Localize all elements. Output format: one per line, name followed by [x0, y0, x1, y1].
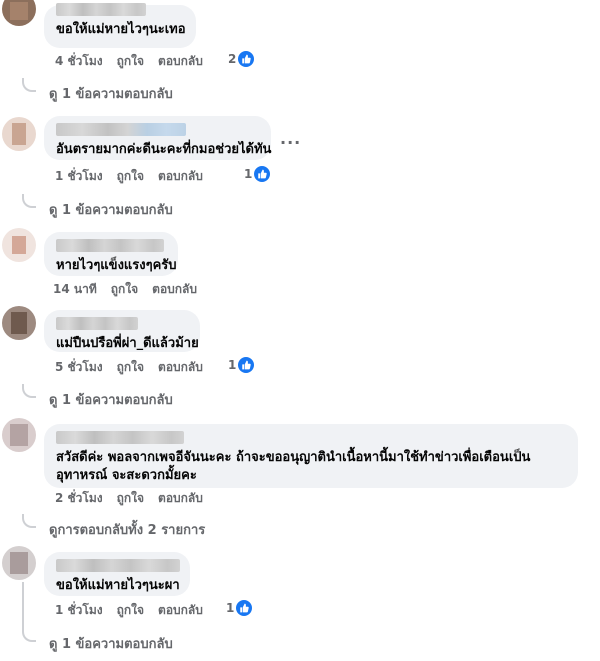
view-replies-link[interactable]: ดู 1 ข้อความตอบกลับ: [49, 633, 173, 654]
reply-button[interactable]: ตอบกลับ: [158, 52, 203, 71]
comment-text: ขอให้แม่หายไวๆนะผา: [56, 578, 180, 593]
avatar[interactable]: [2, 0, 36, 26]
like-button[interactable]: ถูกใจ: [117, 489, 144, 508]
like-thumbs-up-icon: [238, 51, 255, 67]
comment-bubble: แม่ปืนปรือพี่ผ่า_ดีแล้วม้าย: [44, 310, 200, 352]
comment-text: หายไวๆแข็งแรงๆครับ: [56, 258, 177, 273]
comment-time[interactable]: 1 ชั่วโมง: [55, 601, 103, 620]
reaction-summary[interactable]: 1: [226, 600, 253, 616]
reply-thread-curve: [22, 514, 36, 528]
like-thumbs-up-icon: [238, 357, 255, 373]
comment-bubble: ขอให้แม่หายไวๆนะผา: [44, 552, 190, 596]
comment-actions: 4 ชั่วโมง ถูกใจ ตอบกลับ: [55, 52, 217, 71]
comment-bubble: อันตรายมากค่ะดีนะคะที่กมอช่วยได้ทัน: [44, 116, 271, 160]
reply-thread-curve: [22, 194, 36, 208]
reaction-count: 1: [228, 358, 237, 372]
commenter-name-redacted[interactable]: [56, 559, 180, 572]
reaction-count: 2: [228, 52, 237, 66]
comment-bubble: ขอให้แม่หายไวๆนะเทอ: [44, 3, 196, 48]
avatar[interactable]: [2, 546, 36, 580]
reaction-summary[interactable]: 2: [228, 51, 255, 67]
comment-time[interactable]: 2 ชั่วโมง: [55, 489, 103, 508]
comment-bubble: สวัสดีค่ะ พอลจากเพจอีจันนะคะ ถ้าจะขออนุญ…: [44, 424, 578, 488]
comment-time[interactable]: 4 ชั่วโมง: [55, 52, 103, 71]
commenter-name-redacted[interactable]: [56, 239, 164, 252]
comment-actions: 5 ชั่วโมง ถูกใจ ตอบกลับ: [55, 358, 217, 377]
view-replies-link[interactable]: ดูการตอบกลับทั้ง 2 รายการ: [49, 519, 205, 540]
commenter-name-redacted[interactable]: [56, 317, 138, 330]
avatar[interactable]: [2, 228, 36, 262]
like-button[interactable]: ถูกใจ: [111, 280, 138, 299]
reaction-count: 1: [226, 601, 235, 615]
more-options-icon[interactable]: ···: [280, 133, 301, 152]
reaction-count: 1: [244, 167, 253, 181]
view-replies-link[interactable]: ดู 1 ข้อความตอบกลับ: [49, 199, 173, 220]
comment-time[interactable]: 14 นาที: [53, 280, 97, 299]
comment-actions: 2 ชั่วโมง ถูกใจ ตอบกลับ: [55, 489, 217, 508]
like-thumbs-up-icon: [236, 600, 253, 616]
comment-text: ขอให้แม่หายไวๆนะเทอ: [56, 22, 186, 37]
reply-thread-curve: [22, 384, 36, 398]
comment-text: อันตรายมากค่ะดีนะคะที่กมอช่วยได้ทัน: [56, 142, 272, 157]
reaction-summary[interactable]: 1: [244, 166, 271, 182]
comment-time[interactable]: 5 ชั่วโมง: [55, 358, 103, 377]
avatar[interactable]: [2, 418, 36, 452]
reply-button[interactable]: ตอบกลับ: [152, 280, 197, 299]
like-button[interactable]: ถูกใจ: [117, 52, 144, 71]
commenter-name-redacted[interactable]: [56, 431, 184, 444]
thread-line: [22, 582, 24, 632]
comment-actions: 1 ชั่วโมง ถูกใจ ตอบกลับ: [55, 167, 217, 186]
reply-button[interactable]: ตอบกลับ: [158, 358, 203, 377]
reply-thread-curve: [22, 78, 36, 92]
reaction-summary[interactable]: 1: [228, 357, 255, 373]
comment-actions: 14 นาที ถูกใจ ตอบกลับ: [53, 280, 211, 299]
avatar[interactable]: [2, 117, 36, 151]
reply-button[interactable]: ตอบกลับ: [158, 601, 203, 620]
like-button[interactable]: ถูกใจ: [117, 167, 144, 186]
view-replies-link[interactable]: ดู 1 ข้อความตอบกลับ: [49, 389, 173, 410]
comment-text: สวัสดีค่ะ พอลจากเพจอีจันนะคะ ถ้าจะขออนุญ…: [56, 450, 531, 483]
reply-button[interactable]: ตอบกลับ: [158, 167, 203, 186]
comment-actions: 1 ชั่วโมง ถูกใจ ตอบกลับ: [55, 601, 217, 620]
like-thumbs-up-icon: [254, 166, 271, 182]
comment-bubble: หายไวๆแข็งแรงๆครับ: [44, 232, 178, 276]
commenter-name-redacted[interactable]: [56, 3, 146, 16]
avatar[interactable]: [2, 306, 36, 340]
reply-button[interactable]: ตอบกลับ: [158, 489, 203, 508]
like-button[interactable]: ถูกใจ: [117, 601, 144, 620]
reply-thread-curve: [22, 628, 36, 642]
comment-text: แม่ปืนปรือพี่ผ่า_ดีแล้วม้าย: [56, 336, 199, 351]
view-replies-link[interactable]: ดู 1 ข้อความตอบกลับ: [49, 83, 173, 104]
comment-time[interactable]: 1 ชั่วโมง: [55, 167, 103, 186]
commenter-name-redacted[interactable]: [56, 123, 186, 136]
like-button[interactable]: ถูกใจ: [117, 358, 144, 377]
